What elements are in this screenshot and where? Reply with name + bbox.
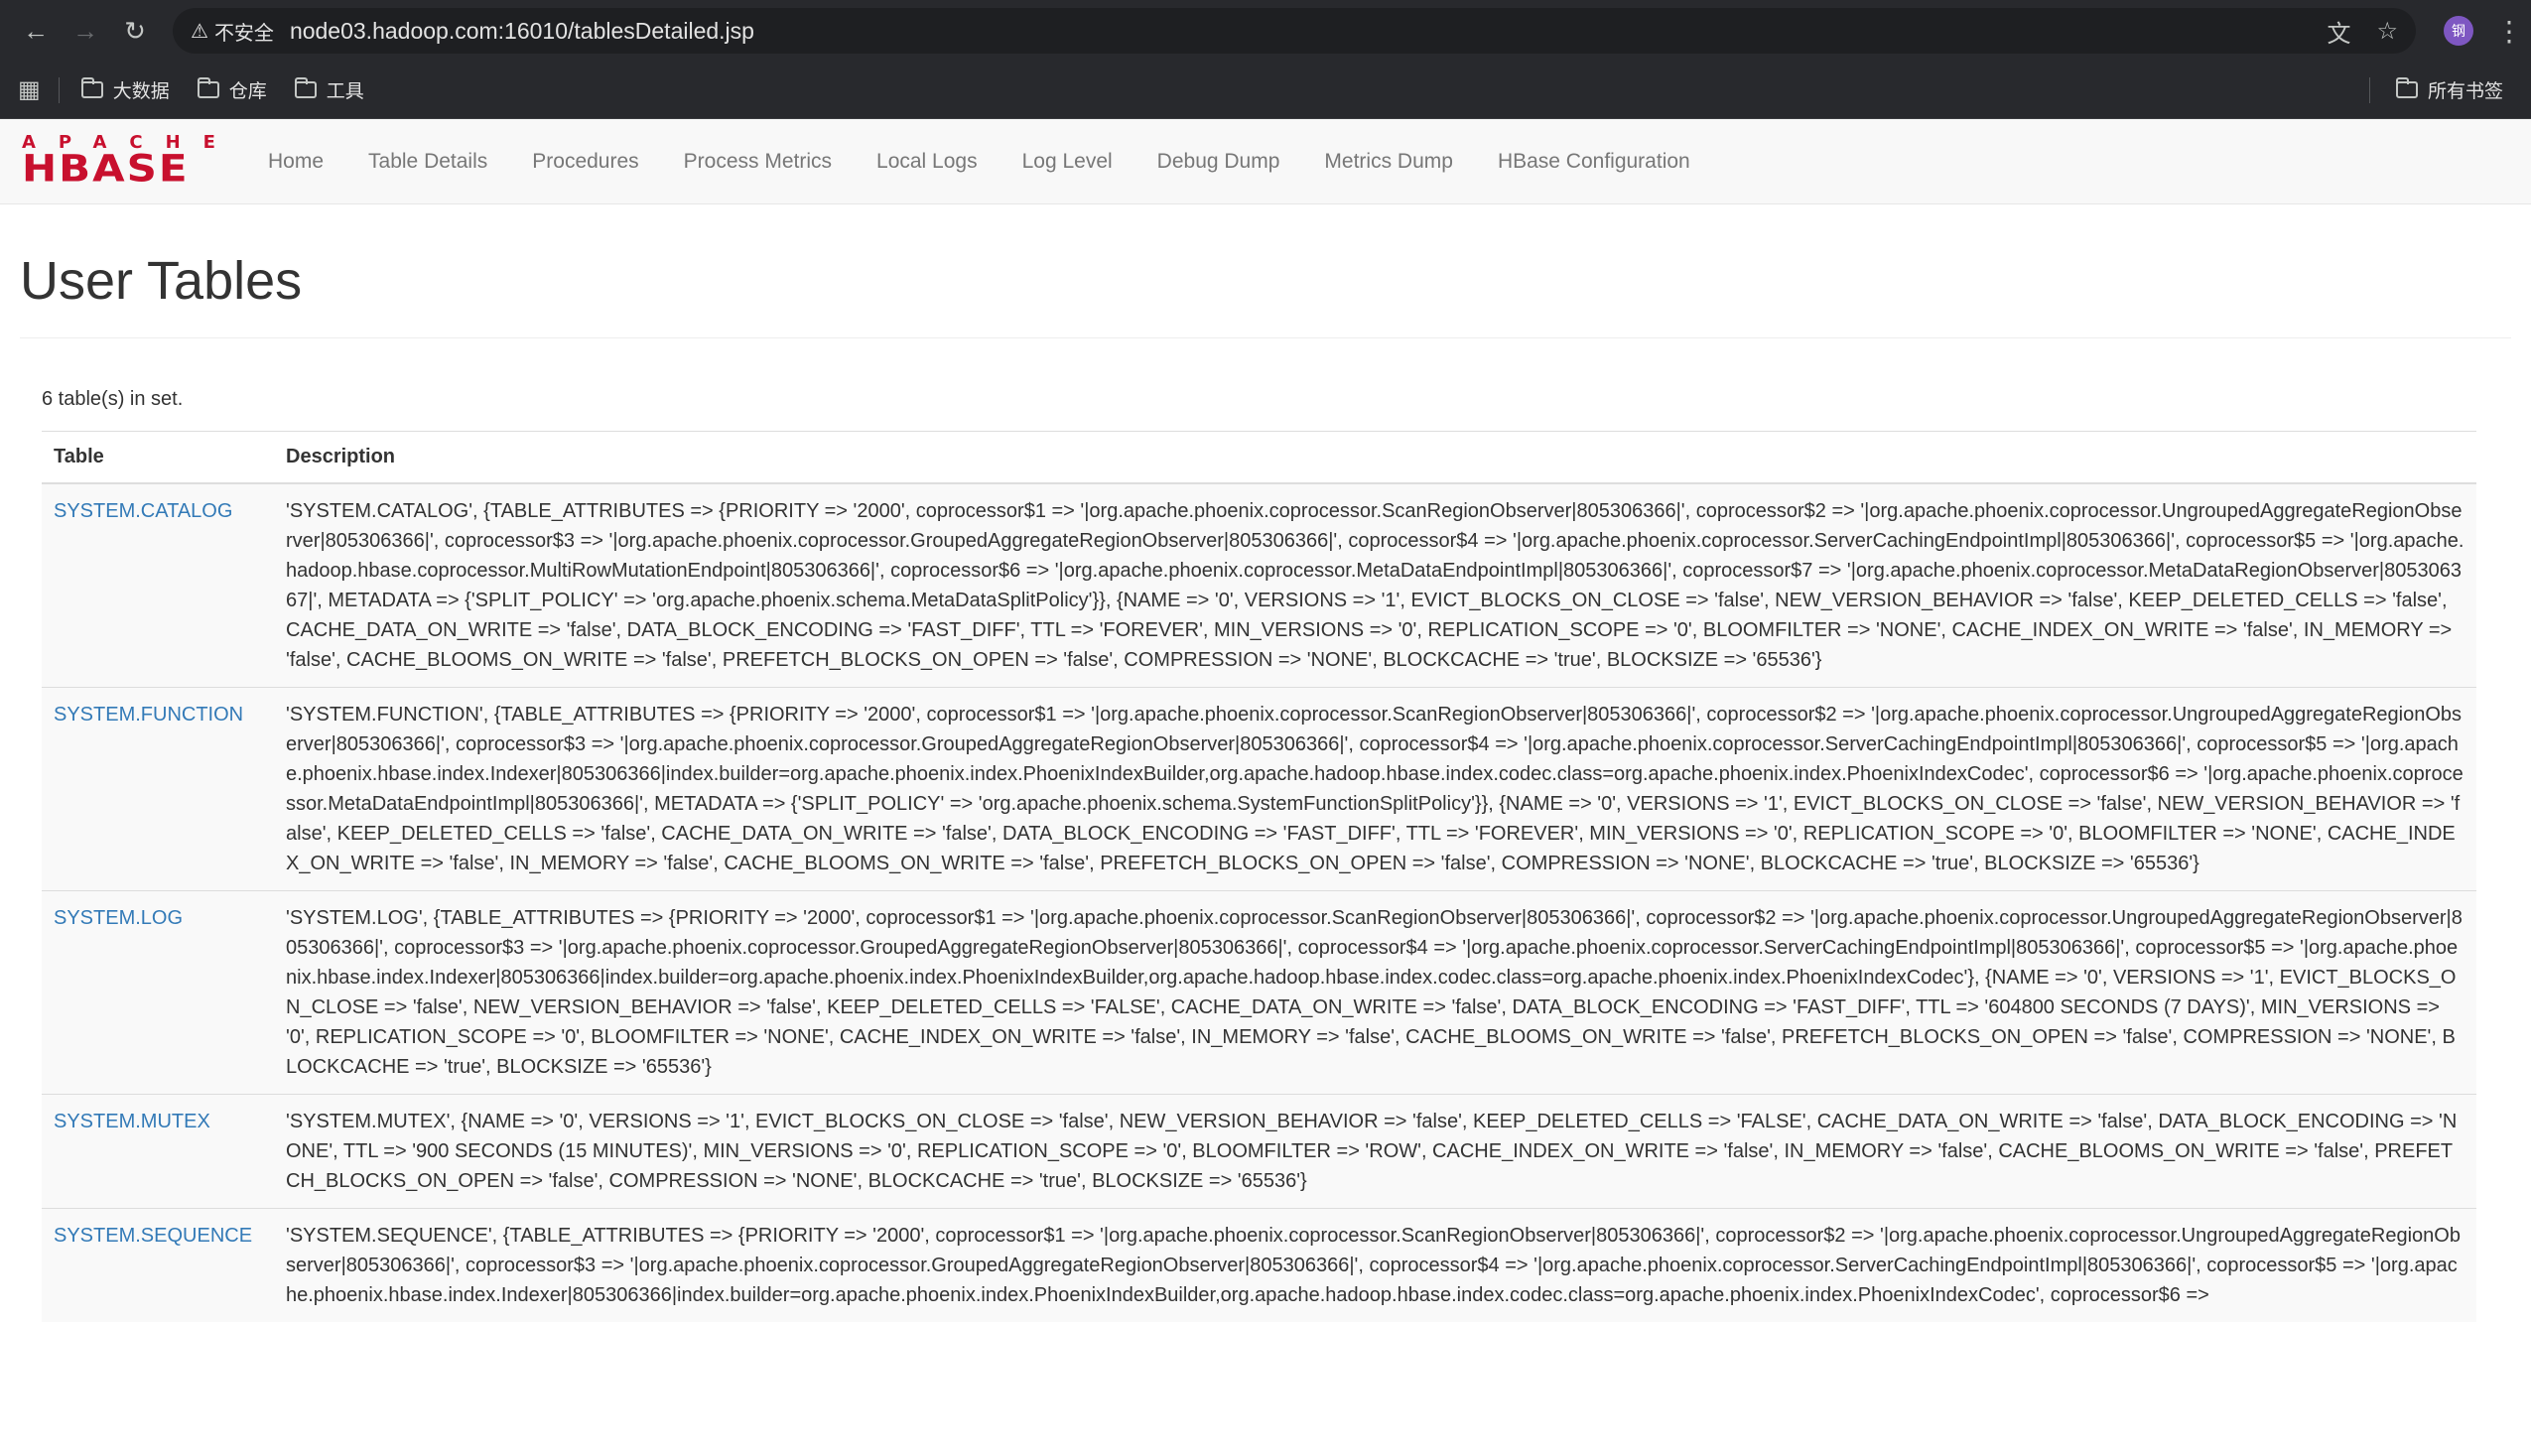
url-text[interactable]: node03.hadoop.com:16010/tablesDetailed.j… [290,18,2328,45]
table-link-system-function[interactable]: SYSTEM.FUNCTION [54,704,243,726]
bookmark-folder-tools[interactable]: 工具 [294,76,364,103]
table-link-system-catalog[interactable]: SYSTEM.CATALOG [54,500,232,522]
hbase-logo[interactable]: APACHE HBASE [22,133,224,191]
bookmarks-bar: ▦ 大数据 仓库 工具 所有书签 [0,62,2531,119]
profile-avatar[interactable]: 钢 [2444,16,2473,46]
bookmark-folder-warehouse[interactable]: 仓库 [197,76,267,103]
bookmark-label: 大数据 [112,81,170,102]
table-header-row: Table Description [42,431,2476,484]
table-link-system-log[interactable]: SYSTEM.LOG [54,907,183,929]
all-bookmarks-folder[interactable]: 所有书签 [2395,76,2503,103]
user-tables-table: Table Description SYSTEM.CATALOG 'SYSTEM… [42,431,2476,1322]
bookmark-star-icon[interactable]: ☆ [2376,17,2398,46]
table-description: 'SYSTEM.FUNCTION', {TABLE_ATTRIBUTES => … [274,687,2476,891]
security-chip[interactable]: ⚠ 不安全 [191,17,274,46]
forward-arrow-icon[interactable]: → [66,11,105,51]
nav-log-level[interactable]: Log Level [1022,150,1113,174]
table-row: SYSTEM.FUNCTION 'SYSTEM.FUNCTION', {TABL… [42,687,2476,891]
table-description: 'SYSTEM.SEQUENCE', {TABLE_ATTRIBUTES => … [274,1208,2476,1322]
bookmark-label: 所有书签 [2427,81,2503,102]
table-link-system-sequence[interactable]: SYSTEM.SEQUENCE [54,1225,252,1247]
table-row: SYSTEM.SEQUENCE 'SYSTEM.SEQUENCE', {TABL… [42,1208,2476,1322]
folder-icon [294,77,317,98]
apps-grid-icon[interactable]: ▦ [18,75,41,104]
table-description: 'SYSTEM.MUTEX', {NAME => '0', VERSIONS =… [274,1094,2476,1209]
column-header-table: Table [42,431,274,484]
bookmarks-divider [2368,76,2370,103]
bookmark-folder-bigdata[interactable]: 大数据 [80,76,170,103]
table-description: 'SYSTEM.LOG', {TABLE_ATTRIBUTES => {PRIO… [274,890,2476,1095]
menu-dots-icon[interactable]: ⋮ [2495,15,2523,48]
page-header: User Tables [20,204,2511,338]
translate-icon[interactable]: 文 [2327,14,2350,49]
page-title: User Tables [20,251,303,311]
nav-process-metrics[interactable]: Process Metrics [684,150,832,174]
nav-table-details[interactable]: Table Details [368,150,487,174]
nav-metrics-dump[interactable]: Metrics Dump [1324,150,1453,174]
nav-procedures[interactable]: Procedures [532,150,638,174]
nav-local-logs[interactable]: Local Logs [876,150,978,174]
nav-hbase-configuration[interactable]: HBase Configuration [1498,150,1690,174]
nav-debug-dump[interactable]: Debug Dump [1157,150,1280,174]
folder-icon [2395,77,2418,98]
folder-icon [197,77,219,98]
bookmarks-divider [58,76,60,103]
reload-icon[interactable]: ↻ [115,11,155,51]
warning-icon: ⚠ [191,20,208,43]
column-header-description: Description [274,431,2476,484]
security-label: 不安全 [213,22,274,45]
table-row: SYSTEM.CATALOG 'SYSTEM.CATALOG', {TABLE_… [42,482,2476,688]
page-content: User Tables 6 table(s) in set. Table Des… [0,204,2531,1322]
logo-hbase-text: HBASE [22,146,190,191]
bookmark-label: 工具 [326,81,364,102]
folder-icon [80,77,103,98]
nav-home[interactable]: Home [268,150,324,174]
address-bar[interactable]: ⚠ 不安全 node03.hadoop.com:16010/tablesDeta… [173,8,2416,54]
back-arrow-icon[interactable]: ← [16,11,56,51]
table-row: SYSTEM.MUTEX 'SYSTEM.MUTEX', {NAME => '0… [42,1094,2476,1209]
table-count: 6 table(s) in set. [42,388,184,410]
hbase-navbar: APACHE HBASE Home Table Details Procedur… [0,119,2531,204]
bookmark-label: 仓库 [228,81,267,102]
table-description: 'SYSTEM.CATALOG', {TABLE_ATTRIBUTES => {… [274,482,2476,688]
table-link-system-mutex[interactable]: SYSTEM.MUTEX [54,1111,210,1132]
table-row: SYSTEM.LOG 'SYSTEM.LOG', {TABLE_ATTRIBUT… [42,890,2476,1095]
browser-toolbar: ← → ↻ ⚠ 不安全 node03.hadoop.com:16010/tabl… [0,0,2531,62]
